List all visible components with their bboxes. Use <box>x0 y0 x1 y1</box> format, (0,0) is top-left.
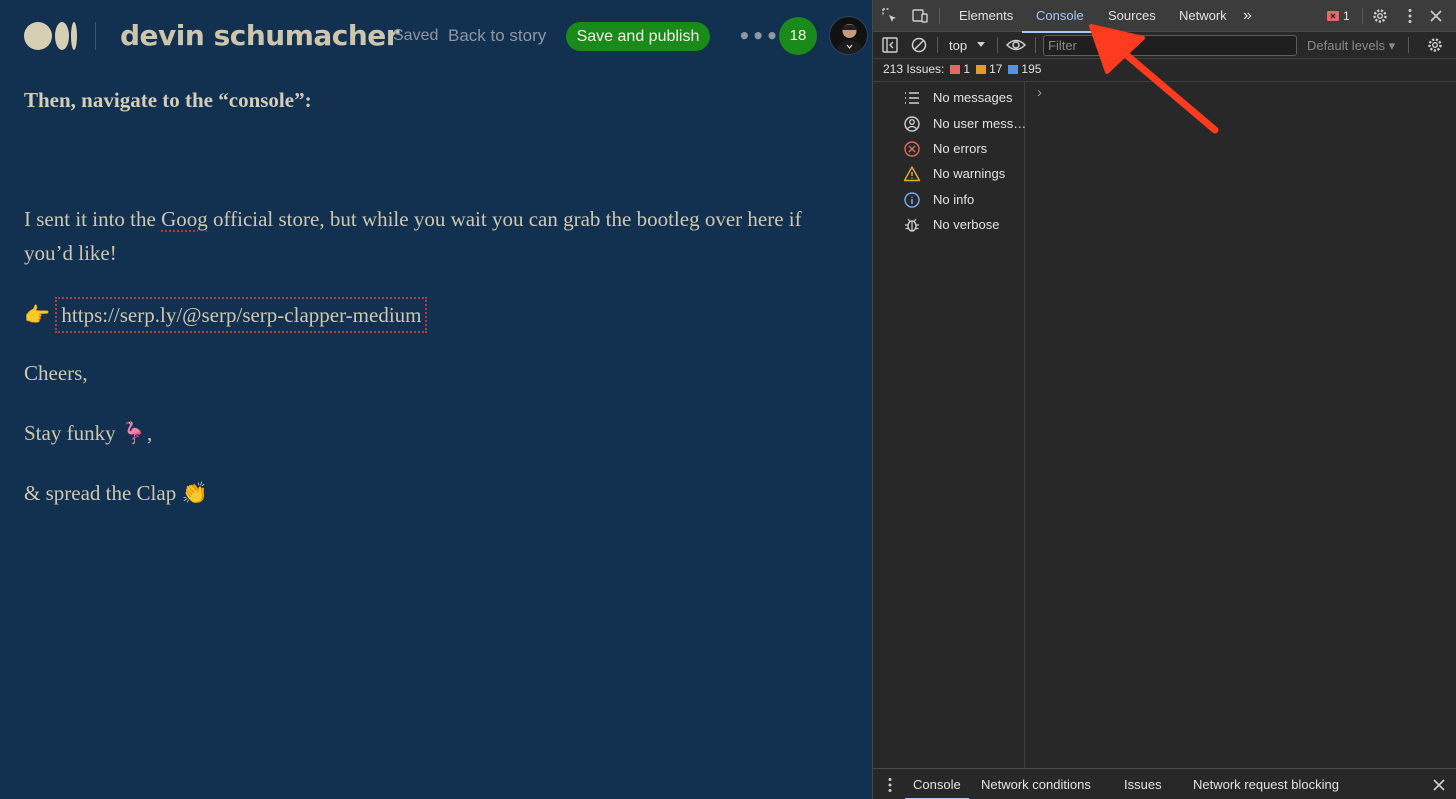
issue-error-icon <box>950 65 961 74</box>
back-to-story-link[interactable]: Back to story <box>448 26 546 46</box>
issue-warning-count: 17 <box>989 62 1003 76</box>
error-badge-icon[interactable] <box>1327 11 1339 21</box>
topbar-divider <box>95 22 96 50</box>
annotation-arrow-icon <box>1089 24 1219 134</box>
issue-error-count: 1 <box>963 62 971 76</box>
sidebar-item-label: No info <box>933 192 975 207</box>
log-levels-dropdown[interactable]: Default levels ▾ <box>1307 38 1395 54</box>
tab-separator <box>939 8 940 24</box>
clear-console-icon[interactable] <box>910 36 928 54</box>
devtools-drawer: Console Network conditions Issues Networ… <box>873 768 1456 799</box>
sidebar-item-label: No user mess… <box>933 116 1027 131</box>
author-name[interactable]: devin schumacher <box>120 19 400 52</box>
sidebar-item-label: No warnings <box>933 166 1006 181</box>
pointing-hand-emoji: 👉 <box>24 303 51 327</box>
gear-icon[interactable] <box>1371 7 1389 25</box>
notifications-badge[interactable]: 18 <box>779 17 817 55</box>
drawer-tab-console[interactable]: Console <box>905 777 969 799</box>
paragraph-store: I sent it into the Goog official store, … <box>24 202 844 270</box>
article-heading: Then, navigate to the “console”: <box>24 88 312 112</box>
avatar[interactable] <box>829 16 868 55</box>
drawer-close-icon[interactable] <box>1430 776 1448 794</box>
context-dropdown-icon[interactable] <box>976 41 986 49</box>
avatar-image-icon <box>835 24 864 54</box>
drawer-tab-network-request-blocking[interactable]: Network request blocking <box>1193 777 1339 792</box>
issue-info-icon <box>1008 65 1019 74</box>
medium-logo-icon[interactable] <box>24 22 78 50</box>
issue-warning-icon <box>976 65 987 74</box>
story-editor: devin schumacher Saved Back to story Sav… <box>0 0 872 799</box>
issues-summary[interactable]: 213 Issues: 1 17 195 <box>883 62 1041 76</box>
sidebar-item-label: No errors <box>933 141 988 156</box>
inspect-element-icon[interactable] <box>881 7 899 25</box>
tab-elements[interactable]: Elements <box>957 0 1015 32</box>
close-icon[interactable] <box>1427 7 1445 25</box>
drawer-tab-issues[interactable]: Issues <box>1124 777 1162 792</box>
more-tabs-icon[interactable]: » <box>1241 0 1254 32</box>
drawer-menu-icon[interactable] <box>881 776 899 794</box>
toolbar-separator <box>1408 37 1409 53</box>
more-options-button[interactable]: ••• <box>738 24 779 48</box>
console-prompt[interactable]: › <box>1037 84 1042 101</box>
paragraph-cheers: Cheers, <box>24 361 88 385</box>
sidebar-item-label: No verbose <box>933 217 1000 232</box>
bug-icon <box>905 218 919 232</box>
sidebar-item-label: No messages <box>933 90 1013 105</box>
toolbar-separator <box>937 37 938 53</box>
saved-status: Saved <box>393 27 439 44</box>
drawer-tab-network-conditions[interactable]: Network conditions <box>981 777 1091 792</box>
tab-console[interactable]: Console <box>1022 0 1098 33</box>
error-badge-count[interactable]: 1 <box>1341 0 1352 32</box>
list-icon <box>905 92 919 104</box>
kebab-menu-icon[interactable] <box>1401 7 1419 25</box>
context-selector[interactable]: top <box>949 38 967 53</box>
error-icon <box>904 141 920 157</box>
live-expression-eye-icon[interactable] <box>1006 36 1026 54</box>
sidebar-toggle-icon[interactable] <box>881 36 899 54</box>
paragraph-spread-clap: & spread the Clap 👏 <box>24 481 208 505</box>
issue-info-count: 195 <box>1021 62 1042 76</box>
toolbar-separator <box>997 37 998 53</box>
link-paragraph: 👉 https://serp.ly/@serp/serp-clapper-med… <box>24 297 428 333</box>
toolbar-separator <box>1035 37 1036 53</box>
user-icon <box>904 116 920 132</box>
paragraph-store-start: I sent it into the <box>24 207 162 231</box>
save-and-publish-button[interactable]: Save and publish <box>566 22 710 51</box>
device-toolbar-icon[interactable] <box>911 7 929 25</box>
editor-topbar: devin schumacher Saved Back to story Sav… <box>0 0 872 74</box>
tab-separator <box>1362 8 1363 24</box>
info-icon <box>904 192 920 208</box>
console-settings-gear-icon[interactable] <box>1426 36 1444 54</box>
misspelled-word[interactable]: Goog <box>161 207 208 231</box>
console-sidebar: No messages No user mess… No errors No w… <box>873 82 1027 768</box>
issues-label: 213 Issues: <box>883 62 945 76</box>
warning-icon <box>903 166 921 182</box>
paragraph-stay-funky: Stay funky 🦩, <box>24 421 153 445</box>
serp-clapper-link[interactable]: https://serp.ly/@serp/serp-clapper-mediu… <box>55 297 428 333</box>
